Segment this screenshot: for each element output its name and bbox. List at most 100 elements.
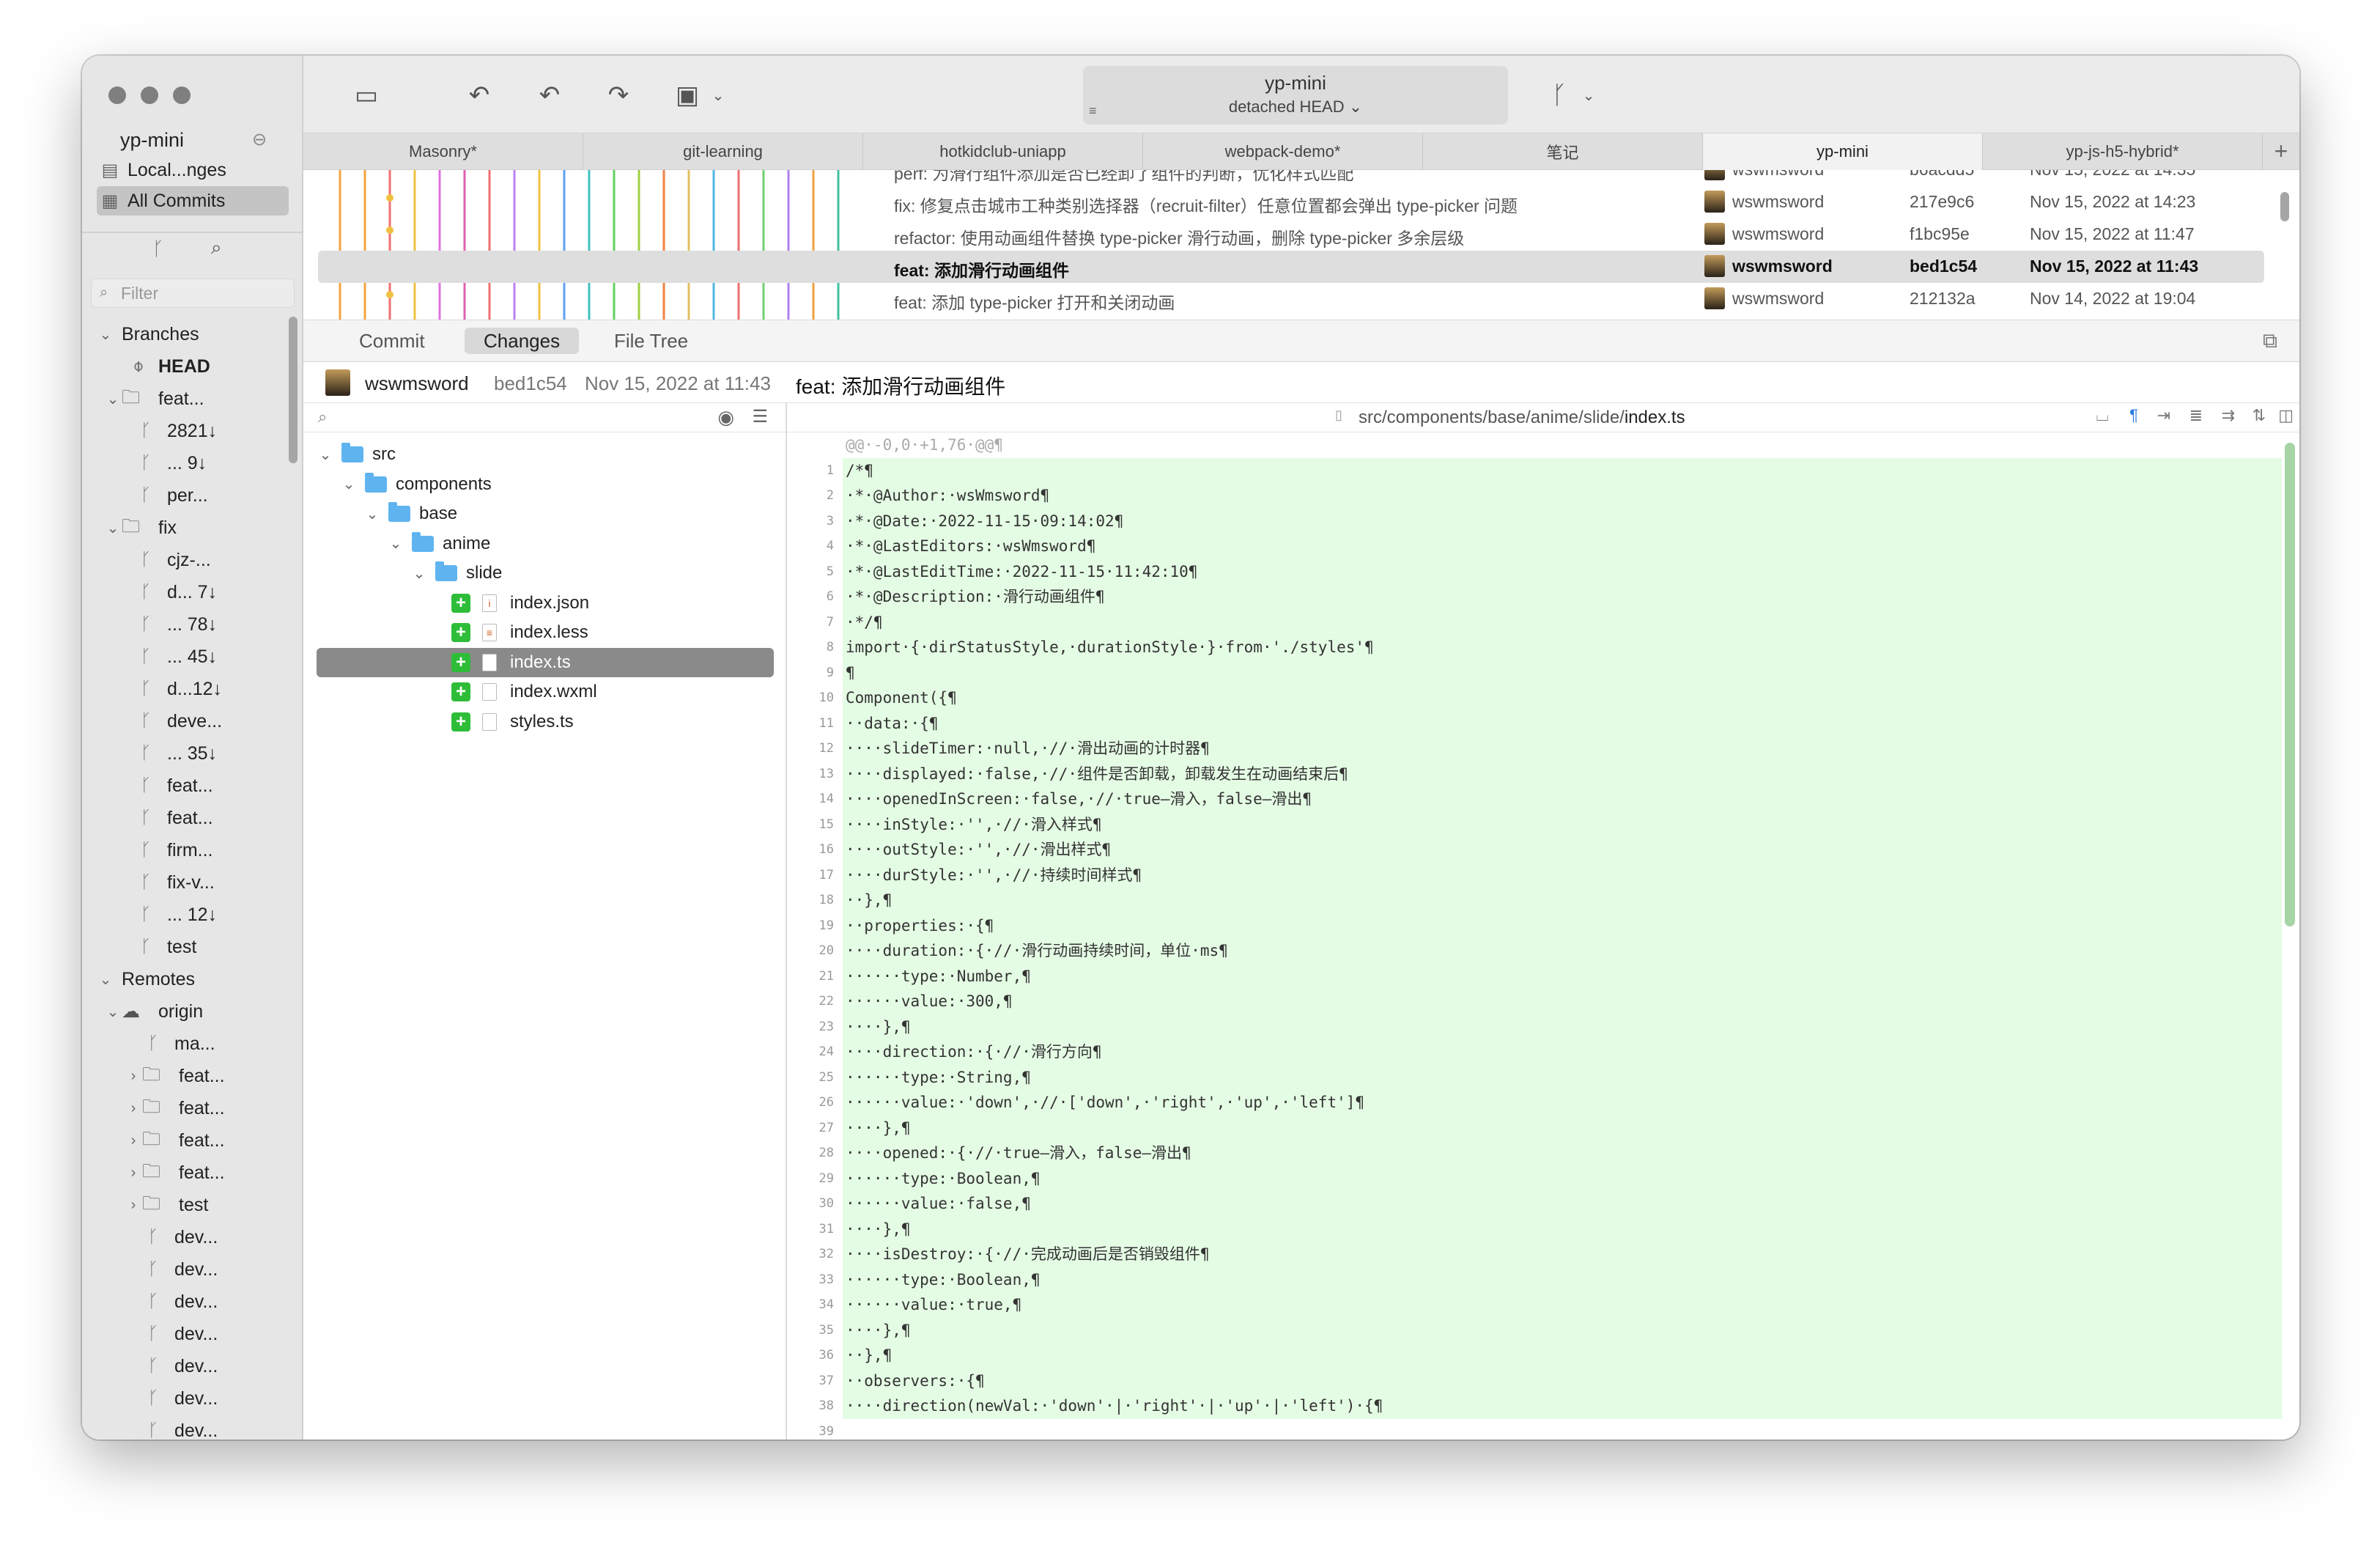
chevron-down-icon[interactable]: ⌄ bbox=[104, 390, 122, 408]
remote-branch-item[interactable]: › 🗀 feat... bbox=[125, 1094, 225, 1123]
file-item[interactable]: + index.ts bbox=[317, 647, 774, 677]
branch-item[interactable]: ᚴ d... 7↓ bbox=[135, 578, 217, 607]
branch-item[interactable]: ᚴ ... 45↓ bbox=[135, 642, 217, 671]
remote-branch-item[interactable]: ᚴ dev... bbox=[125, 1384, 218, 1413]
commit-row[interactable]: fix: 修复点击城市工种类别选择器（recruit-filter）任意位置都会… bbox=[318, 186, 2264, 218]
branch-folder[interactable]: ⌄ 🗀 feat... bbox=[104, 384, 204, 413]
folder-item[interactable]: ⌄ src bbox=[317, 440, 396, 469]
chevron-right-icon[interactable]: › bbox=[125, 1068, 142, 1085]
remote-branch-item[interactable]: ᚴ dev... bbox=[125, 1352, 218, 1381]
wrap-icon[interactable]: ⇥ bbox=[2157, 406, 2170, 425]
chevron-right-icon[interactable]: › bbox=[125, 1197, 142, 1214]
indent-icon[interactable]: ⇉ bbox=[2222, 406, 2235, 425]
section-remotes[interactable]: ⌄ Remotes bbox=[97, 965, 195, 994]
file-item[interactable]: + index.wxml bbox=[434, 677, 597, 707]
align-icon[interactable]: ≣ bbox=[2189, 406, 2203, 425]
stash-menu-chevron-icon[interactable]: ⌄ bbox=[701, 78, 736, 113]
push-icon[interactable]: ↷ bbox=[601, 78, 636, 113]
chevron-down-icon[interactable]: ⌄ bbox=[363, 505, 381, 523]
zoom-window-button[interactable] bbox=[173, 86, 191, 104]
commit-row[interactable]: refactor: 使用动画组件替换 type-picker 滑行动画，删除 t… bbox=[318, 218, 2264, 251]
branch-item[interactable]: ᚴ fix-v... bbox=[135, 868, 215, 897]
whitespace-icon[interactable]: ⌴ bbox=[2096, 406, 2109, 425]
repo-name[interactable]: yp-mini bbox=[120, 129, 184, 152]
sidebar-item-local-changes[interactable]: ▤ Local...nges bbox=[97, 155, 289, 185]
branch-item[interactable]: ᚴ feat... bbox=[135, 771, 213, 800]
branch-item[interactable]: ᚴ deve... bbox=[135, 707, 222, 736]
sidebar-item-all-commits[interactable]: ▦ All Commits bbox=[97, 186, 289, 215]
branch-item[interactable]: ᚴ cjz-... bbox=[135, 545, 211, 575]
eye-icon[interactable]: ◉ bbox=[717, 406, 734, 429]
file-item[interactable]: + styles.ts bbox=[434, 707, 574, 737]
close-window-button[interactable] bbox=[108, 86, 126, 104]
repo-tab[interactable]: webpack-demo* bbox=[1143, 133, 1423, 170]
chevron-down-icon[interactable]: ⌄ bbox=[104, 1003, 122, 1021]
chevron-down-icon[interactable]: ⌄ bbox=[410, 564, 428, 583]
branch-item[interactable]: ᚴ d...12↓ bbox=[135, 674, 222, 704]
chevron-down-icon[interactable]: ⌄ bbox=[387, 534, 404, 553]
split-view-icon[interactable]: ◫ bbox=[2278, 406, 2294, 425]
search-icon[interactable]: ⌕ bbox=[318, 408, 327, 427]
folder-item[interactable]: ⌄ components bbox=[340, 470, 492, 499]
sidebar-item-head[interactable]: ⌽ HEAD bbox=[128, 352, 210, 381]
commit-row[interactable]: feat: 添加滑行动画组件 wswmsword bed1c54 Nov 15, 20… bbox=[318, 251, 2264, 283]
remote-branch-item[interactable]: › 🗀 feat... bbox=[125, 1126, 225, 1155]
list-view-icon[interactable]: ☰ bbox=[752, 406, 768, 427]
branch-item[interactable]: ᚴ firm... bbox=[135, 836, 213, 865]
minimize-window-button[interactable] bbox=[141, 86, 158, 104]
commit-row[interactable]: feat: 添加 type-picker 打开和关闭动画 wswmsword 212… bbox=[318, 283, 2264, 315]
remote-branch-item[interactable]: ᚴ dev... bbox=[125, 1287, 218, 1316]
remote-branch-item[interactable]: ᚴ dev... bbox=[125, 1319, 218, 1349]
tab-file-tree[interactable]: File Tree bbox=[595, 328, 707, 354]
remote-branch-item[interactable]: ᚴ dev... bbox=[125, 1223, 218, 1252]
chevron-right-icon[interactable]: › bbox=[125, 1100, 142, 1117]
branch-folder[interactable]: ⌄ 🗀 fix bbox=[104, 513, 177, 542]
folder-item[interactable]: ⌄ anime bbox=[387, 529, 490, 559]
branch-item[interactable]: ᚴ ... 9↓ bbox=[135, 449, 207, 478]
commit-hash[interactable]: bed1c54 bbox=[494, 372, 567, 395]
branch-item[interactable]: ᚴ 2821↓ bbox=[135, 416, 217, 446]
chevron-right-icon[interactable]: › bbox=[125, 1165, 142, 1182]
repo-status-box[interactable]: yp-mini detached HEAD ⌄ ≡ bbox=[1083, 66, 1508, 125]
repo-tab[interactable]: Masonry* bbox=[303, 133, 583, 170]
remote-branch-item[interactable]: ᚴ dev... bbox=[125, 1255, 218, 1284]
sidebar-scrollbar[interactable] bbox=[289, 317, 298, 463]
folder-item[interactable]: ⌄ slide bbox=[410, 559, 502, 588]
sort-icon[interactable]: ⇅ bbox=[2252, 406, 2266, 425]
search-icon[interactable]: ⌕ bbox=[211, 236, 222, 259]
commit-row[interactable]: perf: 为滑行组件添加是否已经卸了组件的判断，优化样式匹配 wswmsword… bbox=[318, 170, 2264, 186]
remote-branch-item[interactable]: › 🗀 test bbox=[125, 1190, 209, 1220]
pilcrow-icon[interactable]: ¶ bbox=[2129, 406, 2138, 425]
branch-menu-chevron-icon[interactable]: ⌄ bbox=[1571, 78, 1606, 113]
chevron-down-icon[interactable]: ⌄ bbox=[104, 519, 122, 537]
add-tab-button[interactable]: + bbox=[2263, 133, 2299, 169]
branch-item[interactable]: ᚴ test bbox=[135, 932, 197, 962]
branch-filter-icon[interactable]: ᚴ bbox=[152, 237, 164, 260]
folder-item[interactable]: ⌄ base bbox=[363, 499, 457, 528]
remote-branch-item[interactable]: ᚴ dev... bbox=[125, 1416, 218, 1440]
remote-branch-item[interactable]: › 🗀 feat... bbox=[125, 1158, 225, 1187]
repo-tab[interactable]: 笔记 bbox=[1423, 133, 1703, 170]
tab-changes[interactable]: Changes bbox=[465, 328, 580, 354]
remote-branch-item[interactable]: ⌄ ☁ origin bbox=[104, 997, 204, 1026]
chevron-right-icon[interactable]: › bbox=[125, 1132, 142, 1149]
section-branches[interactable]: ⌄ Branches bbox=[97, 320, 199, 349]
remote-branch-item[interactable]: ᚴ ma... bbox=[125, 1029, 215, 1058]
tab-commit[interactable]: Commit bbox=[340, 328, 444, 354]
repo-tab[interactable]: hotkidclub-uniapp bbox=[863, 133, 1143, 170]
file-item[interactable]: + i index.json bbox=[434, 589, 589, 618]
repo-tab[interactable]: yp-js-h5-hybrid* bbox=[1983, 133, 2263, 170]
branch-item[interactable]: ᚴ ... 35↓ bbox=[135, 739, 217, 768]
pull-icon[interactable]: ↶ bbox=[532, 78, 567, 113]
file-item[interactable]: + ≡ index.less bbox=[434, 618, 588, 647]
remote-branch-item[interactable]: › 🗀 feat... bbox=[125, 1061, 225, 1091]
branch-item[interactable]: ᚴ ... 12↓ bbox=[135, 900, 217, 929]
filter-input[interactable]: Filter bbox=[91, 279, 295, 308]
stash-icon[interactable]: ▣ bbox=[670, 78, 705, 113]
repo-tab[interactable]: git-learning bbox=[583, 133, 863, 170]
diff-scrollbar[interactable] bbox=[2285, 443, 2295, 926]
repo-tab[interactable]: yp-mini bbox=[1703, 133, 1983, 170]
fetch-icon[interactable]: ↶ bbox=[462, 78, 497, 113]
chevron-down-icon[interactable]: ⌄ bbox=[340, 475, 358, 493]
open-external-icon[interactable]: ⧉ bbox=[2263, 329, 2277, 353]
